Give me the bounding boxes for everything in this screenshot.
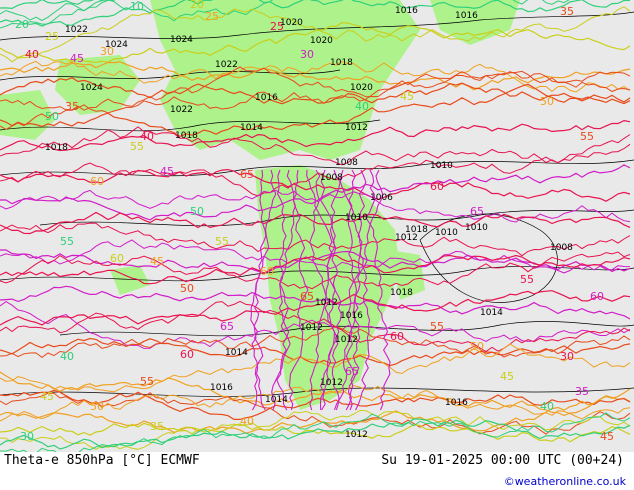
theta-e-label: 50 [470, 340, 484, 353]
isobar-label: 1014 [265, 395, 288, 405]
valid-time: Su 19-01-2025 00:00 UTC (00+24) [381, 453, 624, 468]
isobar-label: 1018 [390, 288, 413, 298]
theta-e-label: 45 [500, 370, 514, 383]
theta-e-label: 25 [45, 30, 59, 43]
theta-e-label: 50 [540, 95, 554, 108]
isobar-label: 1012 [300, 323, 323, 333]
theta-e-label: 30 [560, 350, 574, 363]
theta-e-label: 65 [220, 320, 234, 333]
theta-e-label: 60 [430, 180, 444, 193]
isobar-label: 1018 [45, 143, 68, 153]
isobar-label: 1016 [340, 311, 363, 321]
theta-e-label: 55 [60, 235, 74, 248]
isobar-label: 1020 [350, 83, 373, 93]
theta-e-label: 30 [300, 48, 314, 61]
theta-e-label: 45 [150, 255, 164, 268]
isobar-label: 1016 [395, 6, 418, 16]
theta-e-label: 30 [100, 45, 114, 58]
theta-e-label: 40 [60, 350, 74, 363]
theta-e-label: 45 [400, 90, 414, 103]
isobar-label: 1024 [170, 35, 193, 45]
theta-e-label: 55 [215, 235, 229, 248]
theta-e-label: 50 [90, 400, 104, 413]
theta-e-label: 45 [40, 390, 54, 403]
theta-e-label: 65 [470, 205, 484, 218]
isobar-label: 1010 [435, 228, 458, 238]
theta-e-label: 25 [205, 10, 219, 23]
theta-e-label: 40 [355, 100, 369, 113]
weather-map: 1016 1016 1020 1022 1024 1020 1024 1022 1018 1016… [0, 0, 634, 452]
theta-e-label: 25 [270, 20, 284, 33]
isobar-label: 1010 [345, 213, 368, 223]
isobar-label: 1020 [310, 36, 333, 46]
isobar-label: 1018 [175, 131, 198, 141]
theta-e-label: 20 [15, 18, 29, 31]
isobar-label: 1008 [335, 158, 358, 168]
theta-e-label: 55 [580, 130, 594, 143]
theta-e-label: 40 [140, 130, 154, 143]
isobar-label: 1014 [225, 348, 248, 358]
isobar-label: 1018 [405, 225, 428, 235]
isobar-label: 1018 [330, 58, 353, 68]
isobar-label: 1014 [480, 308, 503, 318]
site-credit[interactable]: ©weatheronline.co.uk [504, 475, 626, 488]
theta-e-label: 30 [20, 430, 34, 443]
theta-e-label: 55 [520, 273, 534, 286]
theta-e-label: 50 [180, 282, 194, 295]
isobar-label: 1016 [210, 383, 233, 393]
isobar-label: 1012 [335, 335, 358, 345]
theta-e-label: 35 [575, 385, 589, 398]
theta-e-label: 45 [70, 52, 84, 65]
theta-e-label: 35 [560, 5, 574, 18]
theta-e-label: 60 [90, 175, 104, 188]
theta-e-label: 40 [240, 415, 254, 428]
theta-e-label: 45 [600, 430, 614, 443]
isobar-label: 1012 [315, 298, 338, 308]
theta-e-label: 40 [540, 400, 554, 413]
isobar-label: 1024 [80, 83, 103, 93]
isobar-label: 1010 [430, 161, 453, 171]
isobar-label: 1022 [65, 25, 88, 35]
isobar-label: 1022 [215, 60, 238, 70]
theta-e-label: 60 [390, 330, 404, 343]
isobar-label: 1016 [255, 93, 278, 103]
map-canvas: 1016 1016102010221024 102010241022 10181016… [0, 0, 634, 452]
theta-e-label: 60 [180, 348, 194, 361]
theta-e-label: 60 [260, 265, 274, 278]
isobar-label: 1010 [465, 223, 488, 233]
theta-e-contour [0, 418, 631, 450]
theta-e-label: 65 [345, 365, 359, 378]
isobar-label: 1012 [345, 123, 368, 133]
product-caption: Theta-e 850hPa [°C] ECMWF [4, 453, 200, 468]
theta-e-label: 35 [150, 420, 164, 433]
isobar-label: 1012 [320, 378, 343, 388]
isobar-label: 1022 [170, 105, 193, 115]
theta-e-label: 65 [240, 168, 254, 181]
theta-e-label: 65 [300, 290, 314, 303]
theta-e-label: 35 [65, 100, 79, 113]
theta-e-label: 20 [190, 0, 204, 11]
theta-e-label: 50 [190, 205, 204, 218]
theta-e-label: 50 [45, 110, 59, 123]
theta-e-label: 60 [590, 290, 604, 303]
theta-e-label: 10 [130, 0, 144, 13]
isobar-label: 1016 [455, 11, 478, 21]
theta-e-label: 40 [25, 48, 39, 61]
theta-e-label: 55 [430, 320, 444, 333]
theta-e-label: 55 [140, 375, 154, 388]
theta-e-label: 60 [110, 252, 124, 265]
map-footer: Theta-e 850hPa [°C] ECMWF Su 19-01-2025 … [0, 452, 634, 490]
isobar-label: 1012 [345, 430, 368, 440]
isobar-label: 1008 [320, 173, 343, 183]
theta-e-label: 45 [160, 165, 174, 178]
isobar-label: 1006 [370, 193, 393, 203]
isobar-label: 1014 [240, 123, 263, 133]
isobar-label: 1008 [550, 243, 573, 253]
isobar-label: 1016 [445, 398, 468, 408]
